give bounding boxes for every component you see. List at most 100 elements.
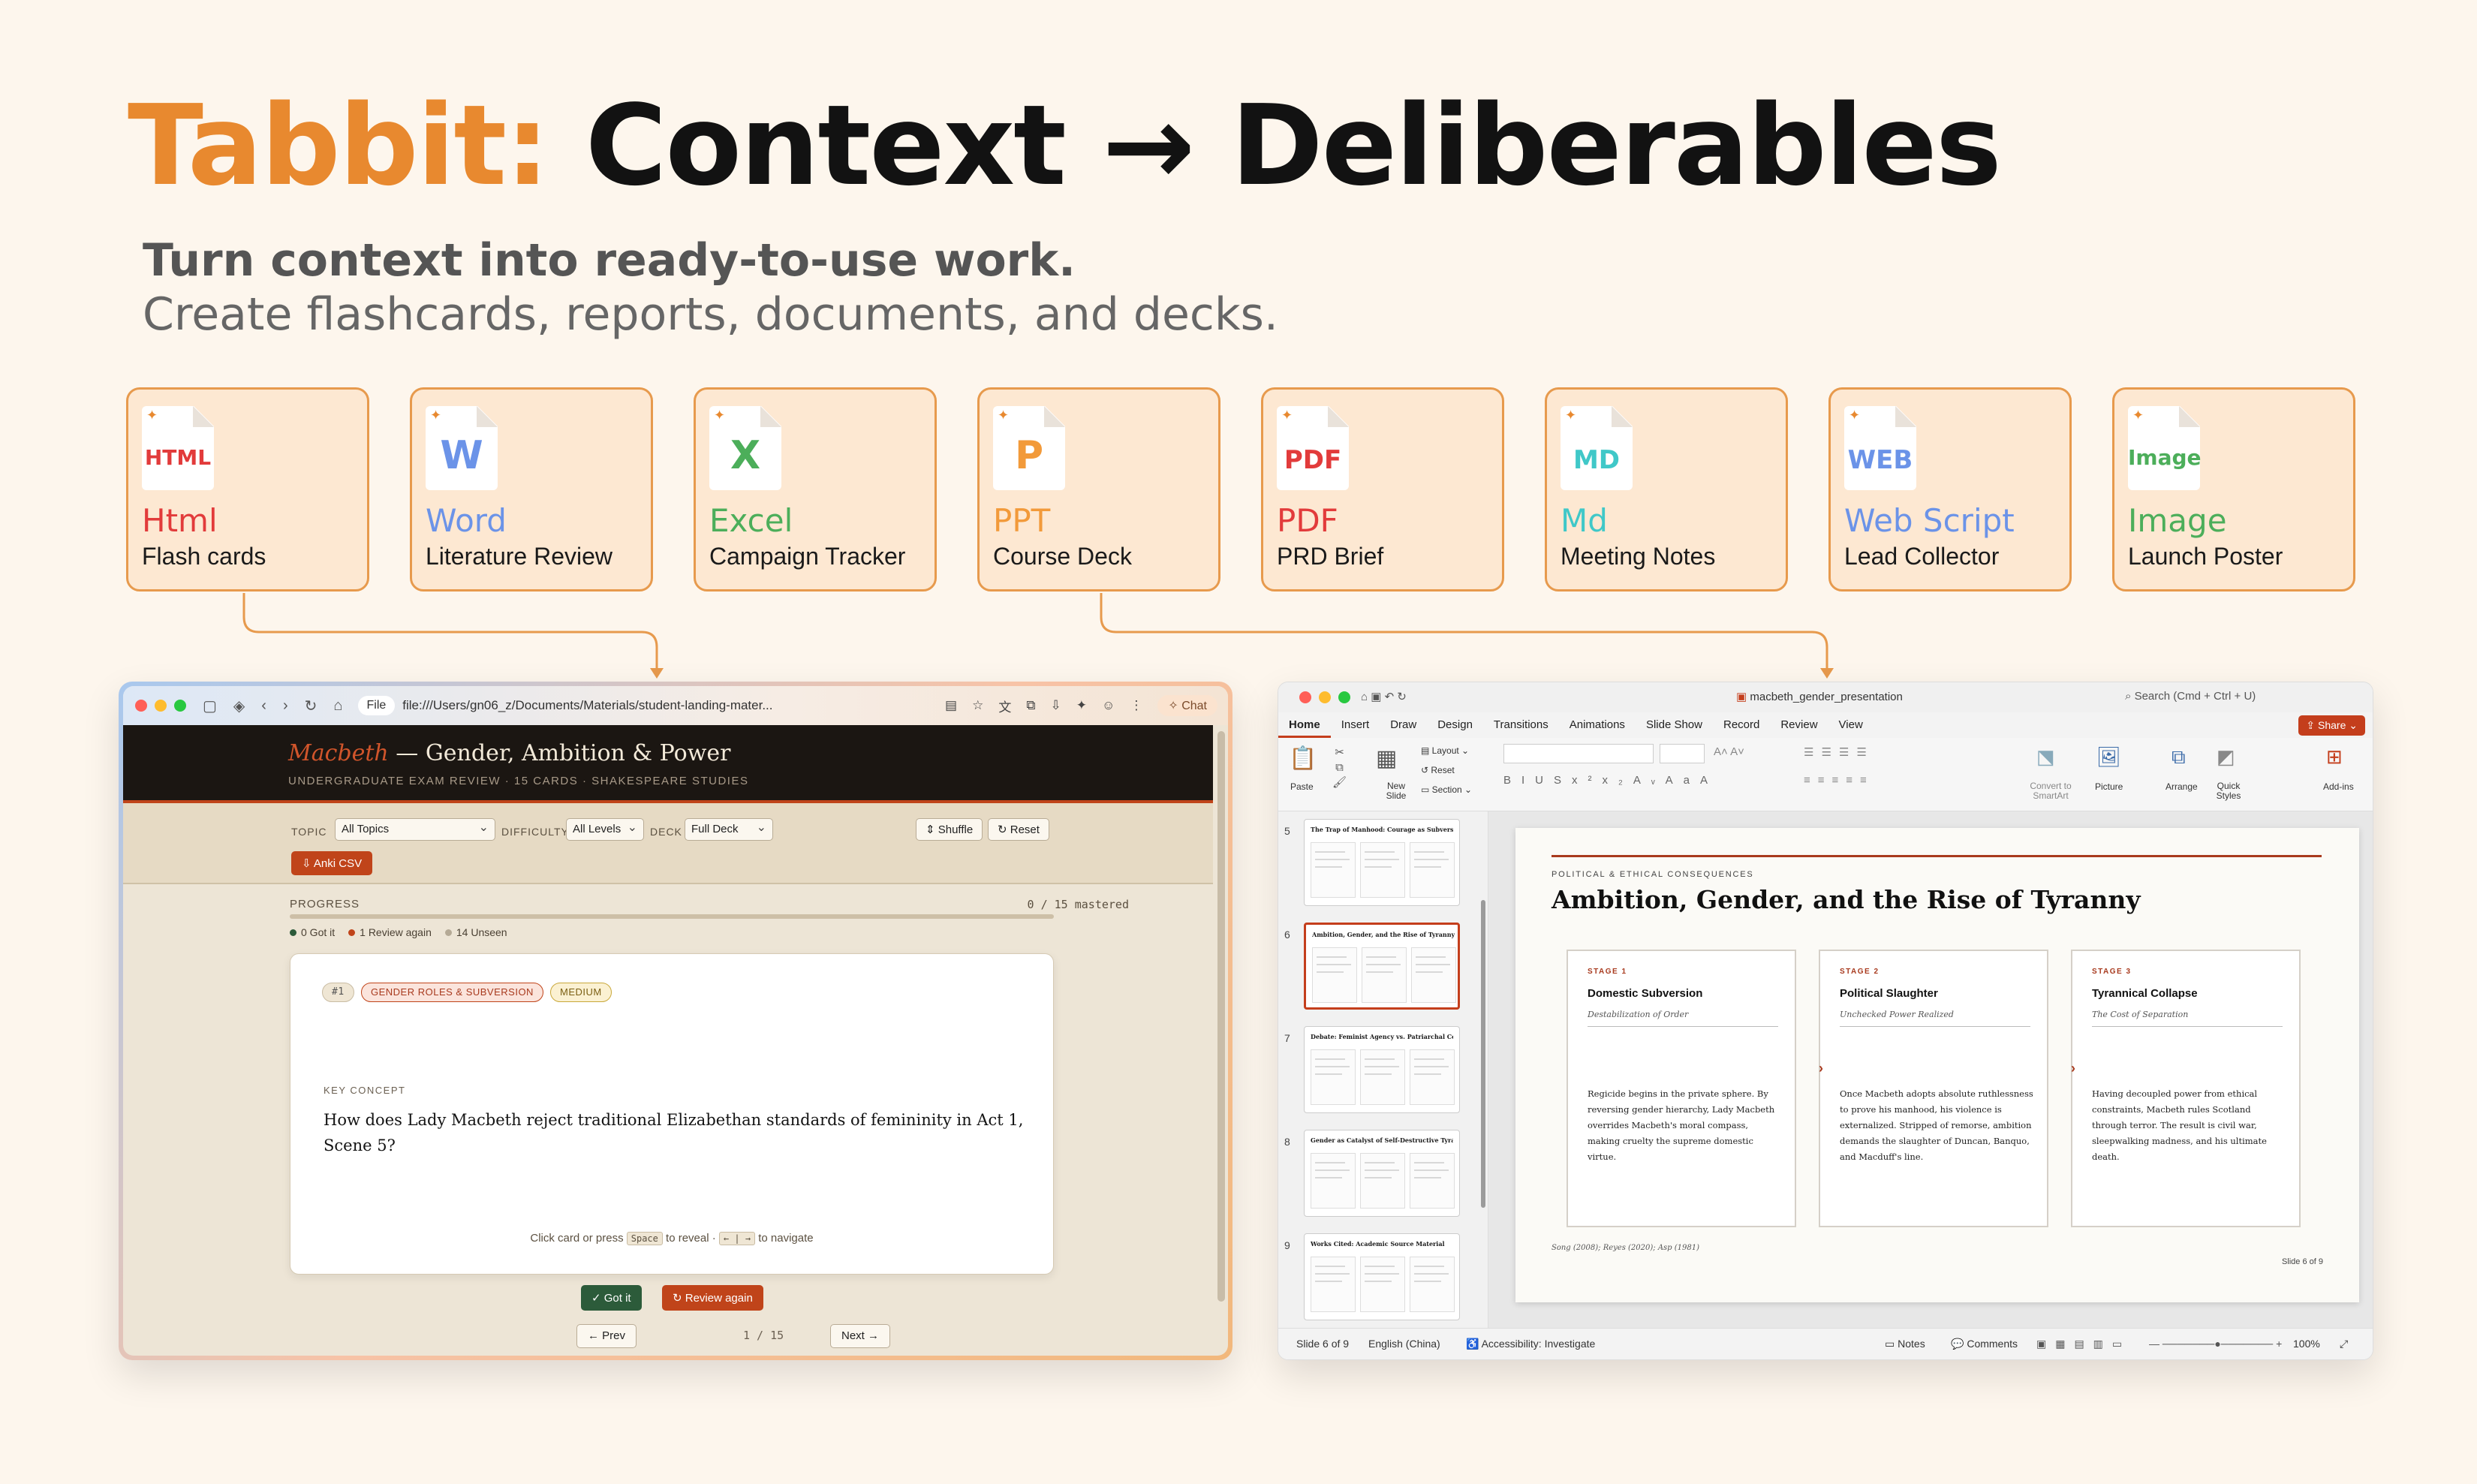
- tab-review[interactable]: Review: [1770, 712, 1828, 738]
- format-card[interactable]: ✦ P PPT Course Deck: [977, 387, 1220, 591]
- current-slide[interactable]: POLITICAL & ETHICAL CONSEQUENCES Ambitio…: [1515, 828, 2359, 1302]
- picture-icon[interactable]: 🖼: [2096, 745, 2121, 769]
- got-it-button[interactable]: ✓ Got it: [581, 1285, 642, 1311]
- comments-button[interactable]: 💬 Comments: [1951, 1338, 2018, 1350]
- reset-slide-button[interactable]: ↺ Reset: [1421, 765, 1455, 775]
- section-button[interactable]: ▭ Section ⌄: [1421, 784, 1472, 795]
- quick-styles-icon[interactable]: ◩: [2217, 745, 2235, 769]
- layers-icon[interactable]: ◈: [233, 697, 245, 715]
- puzzle-icon[interactable]: ✦: [1076, 698, 1087, 713]
- notes-icon: ▭: [1885, 1338, 1895, 1350]
- ppt-search[interactable]: ⌕ Search (Cmd + Ctrl + U): [2125, 690, 2256, 703]
- arrange-icon[interactable]: ⧉: [2172, 745, 2186, 769]
- translate-icon[interactable]: 文: [998, 697, 1011, 715]
- file-icon: ✦ MD: [1561, 406, 1633, 490]
- addins-button[interactable]: Add-ins: [2323, 781, 2354, 792]
- format-card[interactable]: ✦ HTML Html Flash cards: [126, 387, 369, 591]
- reload-icon[interactable]: ↻: [305, 697, 318, 715]
- address-bar[interactable]: File file:///Users/gn06_z/Documents/Mate…: [357, 693, 773, 718]
- scrollbar[interactable]: [1217, 731, 1225, 1302]
- format-card[interactable]: ✦ X Excel Campaign Tracker: [694, 387, 937, 591]
- maximize-button[interactable]: [174, 700, 186, 712]
- prev-button[interactable]: ← Prev: [576, 1324, 637, 1348]
- tab-view[interactable]: View: [1828, 712, 1874, 738]
- more-icon[interactable]: ⋮: [1130, 698, 1142, 713]
- notes-button[interactable]: ▭ Notes: [1885, 1338, 1925, 1350]
- minimize-button[interactable]: [155, 700, 167, 712]
- card-format-name: Web Script: [1844, 502, 2015, 539]
- tab-transitions[interactable]: Transitions: [1483, 712, 1559, 738]
- thumbnail-scrollbar[interactable]: [1481, 900, 1485, 1208]
- chat-button[interactable]: ✧ Chat: [1157, 695, 1217, 716]
- view-buttons[interactable]: ▣▦▤▥▭: [2036, 1338, 2131, 1350]
- quick-styles-button[interactable]: Quick Styles: [2214, 781, 2244, 801]
- paste-icon[interactable]: 📋: [1289, 745, 1317, 772]
- reader-icon[interactable]: ▤: [945, 698, 957, 713]
- shuffle-button[interactable]: ⇕ Shuffle: [916, 818, 983, 841]
- slide-thumbnail[interactable]: 6 Ambition, Gender, and the Rise of Tyran…: [1278, 918, 1488, 1016]
- extension-icon[interactable]: ⧉: [1026, 698, 1035, 713]
- format-card[interactable]: ✦ MD Md Meeting Notes: [1545, 387, 1788, 591]
- layout-button[interactable]: ▤ Layout ⌄: [1421, 745, 1469, 756]
- zoom-slider[interactable]: — ───────●─────── +: [2149, 1338, 2282, 1350]
- tab-home[interactable]: Home: [1278, 712, 1331, 738]
- tab-draw[interactable]: Draw: [1380, 712, 1427, 738]
- clipboard-icons[interactable]: ✂ ⧉ 🖌: [1332, 745, 1347, 790]
- ppt-close-button[interactable]: [1299, 691, 1311, 703]
- topic-select[interactable]: All Topics: [335, 818, 495, 841]
- zoom-level[interactable]: 100%: [2293, 1338, 2320, 1350]
- status-accessibility[interactable]: ♿ Accessibility: Investigate: [1466, 1338, 1595, 1350]
- home-icon[interactable]: ⌂: [333, 697, 342, 715]
- deck-select[interactable]: Full Deck: [685, 818, 773, 841]
- addins-icon[interactable]: ⊞: [2326, 745, 2343, 769]
- convert-smartart-button[interactable]: Convert to SmartArt: [2024, 781, 2077, 801]
- format-card[interactable]: ✦ W Word Literature Review: [410, 387, 653, 591]
- font-size-select[interactable]: [1660, 744, 1705, 763]
- next-button[interactable]: Next →: [830, 1324, 891, 1348]
- back-icon[interactable]: ‹: [261, 697, 266, 715]
- card-format-name: Word: [426, 502, 507, 539]
- align-icons[interactable]: ≡≡≡≡≡: [1804, 774, 1874, 787]
- flashcard[interactable]: #1 GENDER ROLES & SUBVERSION MEDIUM KEY …: [290, 953, 1054, 1275]
- picture-button[interactable]: Picture: [2095, 781, 2123, 792]
- review-again-button[interactable]: ↻ Review again: [662, 1285, 763, 1311]
- slide-thumbnail[interactable]: 5 The Trap of Manhood: Courage as Subvers…: [1278, 814, 1488, 912]
- paste-button[interactable]: Paste: [1290, 781, 1314, 792]
- slide-canvas: POLITICAL & ETHICAL CONSEQUENCES Ambitio…: [1488, 811, 2373, 1329]
- close-button[interactable]: [135, 700, 147, 712]
- slide-thumbnail[interactable]: 7 Debate: Feminist Agency vs. Patriarchal…: [1278, 1022, 1488, 1119]
- sidebar-icon[interactable]: ▢: [203, 697, 217, 715]
- share-button[interactable]: ⇪ Share ⌄: [2298, 715, 2365, 736]
- tab-design[interactable]: Design: [1427, 712, 1483, 738]
- bookmark-icon[interactable]: ☆: [972, 698, 983, 713]
- format-card[interactable]: ✦ WEB Web Script Lead Collector: [1828, 387, 2072, 591]
- tab-record[interactable]: Record: [1713, 712, 1770, 738]
- ppt-home-icon[interactable]: ⌂ ▣ ↶ ↻: [1361, 690, 1407, 703]
- slide-thumbnail[interactable]: 8 Gender as Catalyst of Self-Destructive …: [1278, 1125, 1488, 1223]
- font-name-select[interactable]: [1503, 744, 1654, 763]
- slide-thumbnail[interactable]: 9 Works Cited: Academic Source Material: [1278, 1229, 1488, 1326]
- reset-button[interactable]: ↻ Reset: [988, 818, 1049, 841]
- arrange-button[interactable]: Arrange: [2165, 781, 2198, 792]
- tab-animations[interactable]: Animations: [1559, 712, 1636, 738]
- status-language[interactable]: English (China): [1368, 1338, 1440, 1350]
- thumbnail-title: The Trap of Manhood: Courage as Subversi…: [1311, 826, 1453, 833]
- font-grow-icons[interactable]: A˄ A˅: [1714, 745, 1744, 758]
- new-slide-icon[interactable]: ▦: [1376, 745, 1397, 772]
- smartart-icon[interactable]: ⬔: [2036, 745, 2055, 769]
- difficulty-select[interactable]: All Levels: [566, 818, 644, 841]
- avatar[interactable]: ☺: [1102, 698, 1115, 713]
- format-card[interactable]: ✦ Image Image Launch Poster: [2112, 387, 2355, 591]
- tab-slide-show[interactable]: Slide Show: [1636, 712, 1713, 738]
- ppt-minimize-button[interactable]: [1319, 691, 1331, 703]
- forward-icon[interactable]: ›: [283, 697, 288, 715]
- format-card[interactable]: ✦ PDF PDF PRD Brief: [1261, 387, 1504, 591]
- ppt-maximize-button[interactable]: [1338, 691, 1350, 703]
- new-slide-button[interactable]: New Slide: [1377, 781, 1415, 801]
- list-icons[interactable]: ☰☰☰☰: [1804, 745, 1874, 759]
- font-format-icons[interactable]: BIUSx²x₂AᵥAaA: [1503, 774, 1718, 787]
- anki-export-button[interactable]: ⇩ Anki CSV: [291, 851, 373, 875]
- tab-insert[interactable]: Insert: [1331, 712, 1380, 738]
- fit-icon[interactable]: ⤢: [2340, 1338, 2348, 1350]
- download-icon[interactable]: ⇩: [1050, 698, 1061, 713]
